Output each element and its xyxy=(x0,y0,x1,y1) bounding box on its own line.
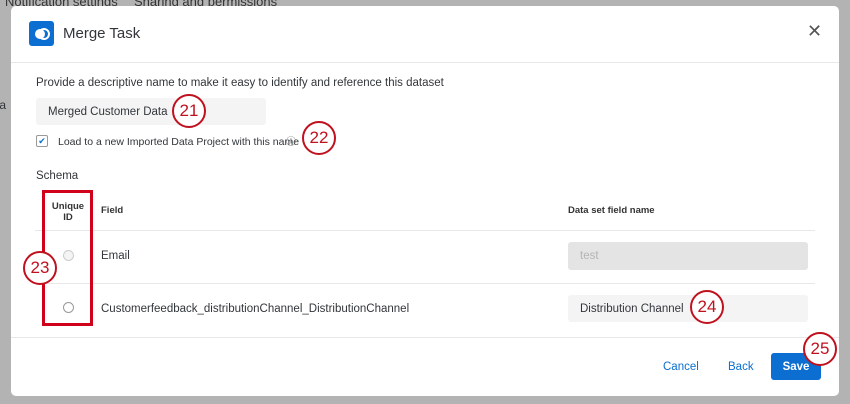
bg-side-text: ta xyxy=(0,98,7,112)
callout-25: 25 xyxy=(803,332,837,366)
col-field: Field xyxy=(101,205,124,216)
load-checkbox-label: Load to a new Imported Data Project with… xyxy=(58,136,300,148)
merge-logo-icon xyxy=(29,21,54,46)
callout-22: 22 xyxy=(302,121,336,155)
dialog-title: Merge Task xyxy=(63,25,141,42)
merge-task-dialog: Merge Task ✕ Provide a descriptive name … xyxy=(11,6,839,396)
dataset-field-input-email[interactable]: test xyxy=(568,242,808,270)
field-name: Email xyxy=(101,250,130,262)
load-checkbox[interactable]: ✔ xyxy=(36,135,48,147)
dataset-field-input-distribution[interactable]: Distribution Channel xyxy=(568,295,808,322)
cancel-button[interactable]: Cancel xyxy=(663,361,699,373)
back-button[interactable]: Back xyxy=(728,361,754,373)
close-icon[interactable]: ✕ xyxy=(807,21,822,42)
field-name: Customerfeedback_distributionChannel_Dis… xyxy=(101,303,410,315)
info-icon[interactable]: ⓘ xyxy=(286,133,296,148)
name-label: Provide a descriptive name to make it ea… xyxy=(36,77,444,89)
callout-23: 23 xyxy=(23,251,57,285)
schema-label: Schema xyxy=(36,170,79,182)
dataset-name-input[interactable]: Merged Customer Data xyxy=(36,98,266,125)
callout-21: 21 xyxy=(172,94,206,128)
col-dataset-field-name: Data set field name xyxy=(568,205,655,216)
callout-24: 24 xyxy=(690,290,724,324)
